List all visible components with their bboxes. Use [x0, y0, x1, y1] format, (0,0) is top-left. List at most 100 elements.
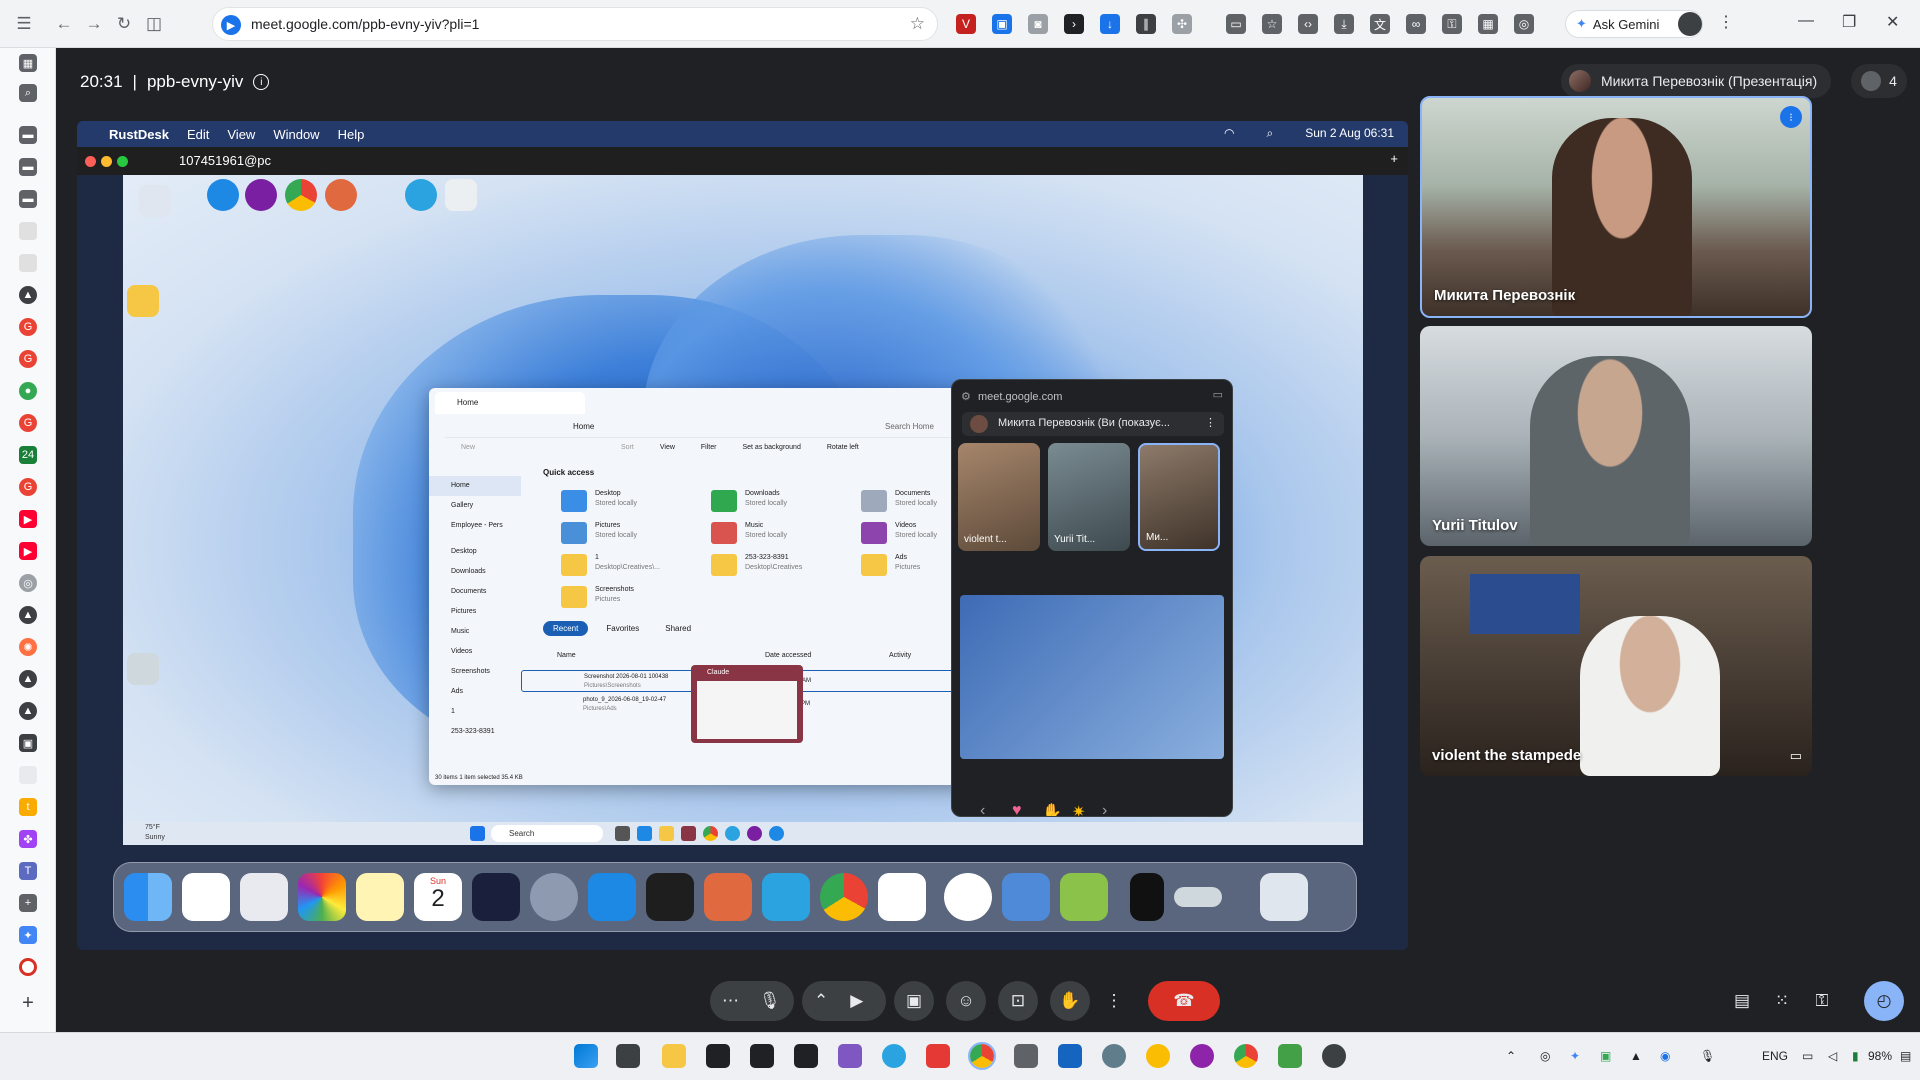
leave-call-button[interactable]: ☎: [1148, 981, 1220, 1021]
battery-icon[interactable]: ▮: [1852, 1049, 1859, 1063]
password-manager-icon[interactable]: [944, 873, 992, 921]
claude-icon[interactable]: [704, 873, 752, 921]
desktop-icon[interactable]: [127, 185, 183, 219]
language-indicator[interactable]: ENG: [1762, 1049, 1788, 1063]
explorer-search[interactable]: Search Home: [885, 422, 934, 431]
recycle-bin-icon[interactable]: [123, 653, 171, 687]
sidebar-item-onedrive[interactable]: Employee - Pers: [429, 516, 521, 536]
quick-access-item[interactable]: Downloads Stored locally: [711, 488, 871, 520]
translate-icon[interactable]: 文: [1370, 14, 1390, 34]
tray-chevron-icon[interactable]: ⌃: [1506, 1049, 1516, 1063]
telegram-icon[interactable]: [882, 1044, 906, 1068]
toolbar-new[interactable]: New: [461, 444, 475, 462]
apps-icon[interactable]: ▦: [19, 54, 37, 72]
bookmark-star-icon[interactable]: ☆: [910, 14, 925, 34]
pip-tile[interactable]: violent t...: [958, 443, 1040, 551]
chrome-taskbar-icon[interactable]: [703, 826, 718, 841]
notepad-icon[interactable]: [750, 1044, 774, 1068]
tray-icon[interactable]: ◎: [1540, 1049, 1550, 1063]
taskbar-app-icon[interactable]: [637, 826, 652, 841]
bookmark-icon[interactable]: [19, 254, 37, 272]
toolbar-view[interactable]: View: [660, 444, 675, 462]
presenter-chip[interactable]: Микита Перевознік (Презентація): [1561, 64, 1832, 98]
col-activity[interactable]: Activity: [889, 652, 911, 659]
microphone-icon[interactable]: 🎙: [759, 991, 781, 1011]
taskbar-app-icon[interactable]: [747, 826, 762, 841]
pin-icon[interactable]: ▭: [1790, 748, 1802, 764]
taskview-icon[interactable]: [616, 1044, 640, 1068]
google-icon[interactable]: G: [19, 478, 37, 496]
minimize-button[interactable]: —: [1798, 12, 1814, 30]
menu-view[interactable]: View: [227, 127, 255, 142]
telegram-icon[interactable]: [762, 873, 810, 921]
address-bar[interactable]: ▶ meet.google.com/ppb-evny-yiv?pli=1 ☆: [212, 7, 938, 41]
captions-button[interactable]: ⊡: [998, 981, 1038, 1021]
extension-icon[interactable]: ▣: [992, 14, 1012, 34]
bookmark-icon[interactable]: ▣: [19, 734, 37, 752]
taskbar-app-icon[interactable]: [1146, 1044, 1170, 1068]
telegram-taskbar-icon[interactable]: [725, 826, 740, 841]
tray-mic-icon[interactable]: 🎙: [1700, 1049, 1715, 1063]
quick-access-item[interactable]: 1 Desktop\Creatives\...: [561, 552, 721, 584]
menu-icon[interactable]: ⋮: [1718, 12, 1734, 32]
toolbar-set-bg[interactable]: Set as background: [742, 444, 800, 462]
remote-app-icon[interactable]: [472, 873, 520, 921]
youtube-icon[interactable]: ▶: [19, 510, 37, 528]
tab-recent[interactable]: Recent: [543, 621, 589, 636]
sidebar-item-desktop[interactable]: Desktop: [429, 542, 521, 562]
launchpad-icon[interactable]: [240, 873, 288, 921]
terminal-icon[interactable]: [794, 1044, 818, 1068]
profile-avatar[interactable]: [1678, 12, 1702, 36]
toolbar-filter[interactable]: Filter: [701, 444, 717, 462]
menu-help[interactable]: Help: [338, 127, 365, 142]
youtube-icon[interactable]: ▶: [19, 542, 37, 560]
sidebar-item-screenshots[interactable]: Screenshots: [429, 662, 521, 682]
tab-shared[interactable]: Shared: [657, 621, 699, 636]
google-icon[interactable]: G: [19, 414, 37, 432]
tray-icon[interactable]: ◉: [1660, 1049, 1670, 1063]
back-button[interactable]: ←: [50, 10, 78, 38]
taskbar-app-icon[interactable]: [1190, 1044, 1214, 1068]
maps-icon[interactable]: ●: [19, 382, 37, 400]
claude-taskbar-icon[interactable]: [681, 826, 696, 841]
reading-mode-icon[interactable]: ▭: [1226, 14, 1246, 34]
settings-icon[interactable]: [1102, 1044, 1126, 1068]
finder-icon[interactable]: [124, 873, 172, 921]
toolbar-sort[interactable]: Sort: [621, 444, 634, 462]
reload-button[interactable]: ↻: [110, 10, 138, 38]
download-extension-icon[interactable]: ↓: [1100, 14, 1120, 34]
search-tabs-icon[interactable]: ⌕: [19, 84, 37, 102]
heart-reaction-icon[interactable]: ♥: [1012, 802, 1022, 816]
chrome-profile-icon[interactable]: [1234, 1044, 1258, 1068]
windows-start-icon[interactable]: [470, 826, 485, 841]
record-icon[interactable]: [19, 958, 37, 976]
sidebar-item-music[interactable]: Music: [429, 622, 521, 642]
file-explorer-icon[interactable]: [659, 826, 674, 841]
calendar-icon[interactable]: Sun 2: [414, 873, 462, 921]
remote-search-box[interactable]: Search: [491, 825, 603, 842]
pip-popout-icon[interactable]: ▭: [1213, 388, 1223, 401]
terminal-icon[interactable]: [646, 873, 694, 921]
camera-icon[interactable]: ◙: [1028, 14, 1048, 34]
sidebar-item-documents[interactable]: Documents: [429, 582, 521, 602]
google-icon[interactable]: G: [19, 318, 37, 336]
taskbar-app-icon[interactable]: [1014, 1044, 1038, 1068]
downloads-stack-icon[interactable]: [1174, 887, 1222, 907]
pip-presenting[interactable]: Микита Перевознік (Ви (показує... ⋮: [962, 412, 1224, 436]
present-button[interactable]: ▣: [894, 981, 934, 1021]
sidebar-item-folder[interactable]: 253-323-8391: [429, 722, 521, 742]
tray-icon[interactable]: ▣: [1600, 1049, 1611, 1063]
quick-access-item[interactable]: Music Stored locally: [711, 520, 871, 552]
google-icon[interactable]: G: [19, 350, 37, 368]
code-icon[interactable]: ‹›: [1298, 14, 1318, 34]
taskbar-app-icon[interactable]: [1058, 1044, 1082, 1068]
bookmark-icon[interactable]: ▲: [19, 702, 37, 720]
sidebar-item-videos[interactable]: Videos: [429, 642, 521, 662]
minimize-dot[interactable]: [101, 156, 112, 167]
taskbar-app-icon[interactable]: [1278, 1044, 1302, 1068]
file-explorer-icon[interactable]: [662, 1044, 686, 1068]
bookmark-icon[interactable]: [19, 222, 37, 240]
bookmark-icon[interactable]: ▬: [19, 190, 37, 208]
favorites-icon[interactable]: ☆: [1262, 14, 1282, 34]
breadcrumb[interactable]: Home: [573, 422, 594, 431]
